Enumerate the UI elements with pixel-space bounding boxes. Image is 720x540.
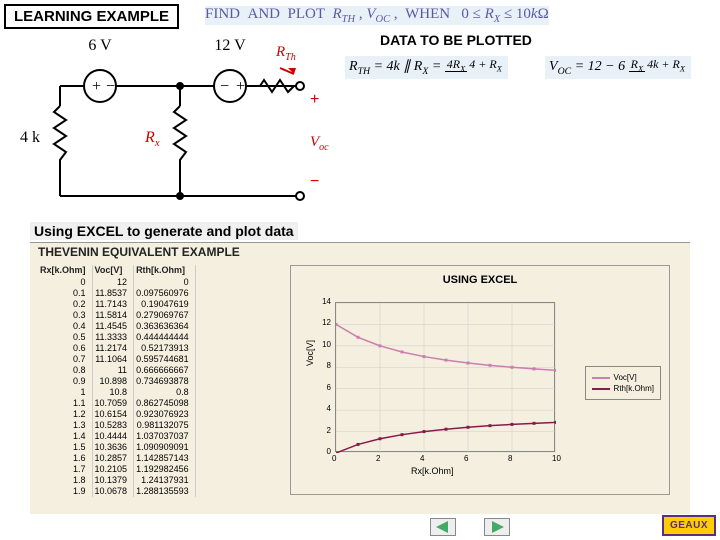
data-to-be-plotted-title: DATA TO BE PLOTTED (380, 32, 532, 48)
col-header: Rx[k.Ohm] (38, 265, 92, 277)
table-row: 1.310.52830.981132075 (38, 420, 195, 431)
svg-text:−: − (220, 78, 229, 95)
table-row: 0.711.10640.595744681 (38, 354, 195, 365)
table-row: 1.810.13791.24137931 (38, 475, 195, 486)
chart-legend: Voc[V] Rth[k.Ohm] (585, 366, 661, 400)
table-row: 1.910.06781.288135593 (38, 486, 195, 497)
nav-buttons (430, 518, 510, 536)
table-row: 110.80.8 (38, 387, 195, 398)
excel-output-area: THEVENIN EQUIVALENT EXAMPLE Rx[k.Ohm]Voc… (30, 242, 690, 514)
chart-plot-area (335, 302, 555, 452)
find-and-plot-text: FIND AND PLOT RTH , VOC , WHEN 0 ≤ RX ≤ … (205, 6, 549, 25)
voc-label: Voc (310, 134, 329, 153)
resistor-rx-label: Rx (144, 129, 160, 149)
table-row: 0.211.71430.19047619 (38, 299, 195, 310)
svg-text:+: + (236, 78, 245, 95)
table-row: 1.210.61540.923076923 (38, 409, 195, 420)
geaux-logo-button[interactable]: GEAUX (662, 515, 716, 536)
svg-text:−: − (106, 78, 115, 95)
table-row: 1.410.44441.037037037 (38, 431, 195, 442)
col-header: Voc[V] (92, 265, 134, 277)
table-row: 0.511.33330.444444444 (38, 332, 195, 343)
table-row: 0.8110.666666667 (38, 365, 195, 376)
table-row: 0120 (38, 277, 195, 288)
formula-rth: RTH = 4k ∥ RX = 4RX4 + RX (345, 56, 508, 79)
table-row: 0.111.85370.097560976 (38, 288, 195, 299)
chart-xlabel: Rx[k.Ohm] (411, 466, 454, 476)
voc-minus: − (310, 173, 319, 190)
table-row: 1.110.70590.862745098 (38, 398, 195, 409)
excel-chart: USING EXCEL Voc[V] Rx[k.Ohm] Voc[V] Rth[… (290, 265, 670, 495)
table-row: 0.311.58140.279069767 (38, 310, 195, 321)
source-12v-label: 12 V (214, 37, 246, 54)
table-row: 0.611.21740.52173913 (38, 343, 195, 354)
excel-data-table: Rx[k.Ohm]Voc[V]Rth[k.Ohm] 01200.111.8537… (38, 265, 196, 497)
chart-title: USING EXCEL (291, 274, 669, 286)
table-row: 1.710.21051.192982456 (38, 464, 195, 475)
circuit-diagram: 6 V 12 V + − − + 4 k Rx RTh + − Voc (0, 26, 340, 216)
table-row: 1.510.36361.090909091 (38, 442, 195, 453)
formula-voc: VOC = 12 − 6 RX4k + RX (545, 56, 691, 79)
thevenin-example-title: THEVENIN EQUIVALENT EXAMPLE (38, 245, 240, 259)
col-header: Rth[k.Ohm] (134, 265, 196, 277)
next-button[interactable] (484, 518, 510, 536)
resistor-4k-label: 4 k (20, 129, 40, 146)
using-excel-heading: Using EXCEL to generate and plot data (30, 222, 298, 240)
voc-plus: + (310, 91, 319, 108)
table-row: 0.411.45450.363636364 (38, 321, 195, 332)
source-6v-label: 6 V (88, 37, 112, 54)
table-row: 1.610.28571.142857143 (38, 453, 195, 464)
prev-button[interactable] (430, 518, 456, 536)
rth-label: RTh (275, 44, 296, 63)
table-row: 0.910.8980.734693878 (38, 376, 195, 387)
svg-text:+: + (92, 78, 101, 95)
